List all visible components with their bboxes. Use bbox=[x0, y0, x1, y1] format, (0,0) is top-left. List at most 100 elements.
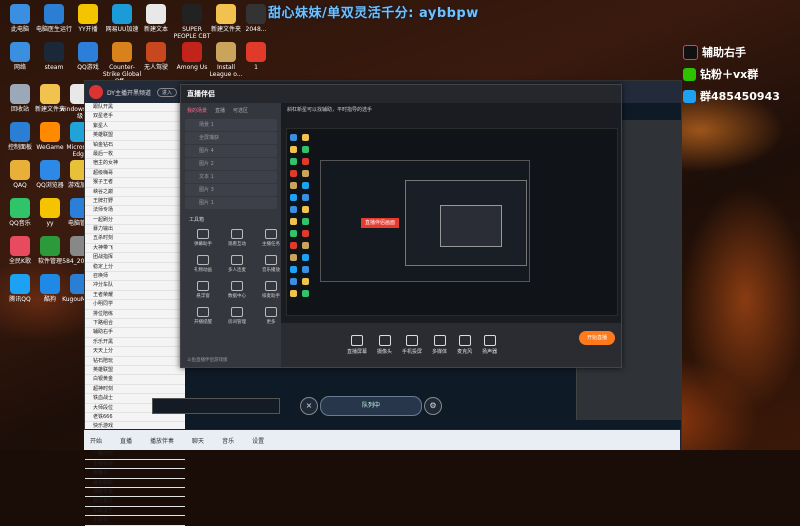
list-item[interactable]: 一起刷分 bbox=[85, 216, 185, 226]
desktop-icon[interactable]: 新建文本 bbox=[136, 4, 176, 33]
taskbar-item[interactable]: 音乐 bbox=[216, 436, 240, 445]
list-item[interactable]: 夜猫子 bbox=[85, 469, 185, 479]
queue-status[interactable]: 队列中 bbox=[320, 396, 422, 416]
list-item[interactable]: 超神时刻 bbox=[85, 385, 185, 395]
list-item[interactable]: 双星老手 bbox=[85, 112, 185, 122]
taskbar-item[interactable]: 直播 bbox=[114, 436, 138, 445]
control-icon bbox=[483, 335, 496, 346]
scene-layer[interactable]: 图片 4 bbox=[185, 145, 277, 157]
scene-layer[interactable]: 文本 1 bbox=[185, 171, 277, 183]
toolbox-item[interactable]: 弹幕助手 bbox=[189, 229, 217, 249]
list-item[interactable]: 峡谷之巅 bbox=[85, 188, 185, 197]
desktop-app-icon bbox=[246, 42, 266, 62]
mini-desktop-icon bbox=[302, 182, 309, 189]
mini-desktop-icon bbox=[302, 266, 309, 273]
toolbox-item[interactable]: 礼物动画 bbox=[189, 255, 217, 275]
list-item[interactable]: 老铁666 bbox=[85, 413, 185, 423]
toolbox-item[interactable]: 多人连麦 bbox=[223, 255, 251, 275]
tool-label: 多人连麦 bbox=[228, 268, 246, 273]
mini-desktop-icon bbox=[290, 194, 297, 201]
list-item[interactable]: 召唤师 bbox=[85, 272, 185, 282]
desktop-app-icon bbox=[10, 198, 30, 218]
desktop-app-icon bbox=[112, 4, 132, 24]
list-item[interactable]: 野区霸主 bbox=[85, 497, 185, 507]
toolbox-item[interactable]: 房间管理 bbox=[223, 307, 251, 327]
toolbox-grid[interactable]: 弹幕助手 观看互动 主播任务 礼物动画 多人连麦 音乐播放 悬浮窗 数据中心 排麦助手 开播提醒房… bbox=[181, 223, 281, 333]
settings-icon[interactable]: ⚙ bbox=[424, 397, 442, 415]
list-item[interactable]: 爆破专家 bbox=[85, 488, 185, 498]
streamer-tab[interactable]: 可选区 bbox=[233, 107, 248, 114]
list-item[interactable]: 下路组合 bbox=[85, 319, 185, 329]
list-item[interactable]: 小龙虾 bbox=[85, 516, 185, 526]
toolbox-item[interactable]: 开播提醒 bbox=[189, 307, 217, 327]
close-icon[interactable]: × bbox=[300, 397, 318, 415]
list-item[interactable]: 稳定上分 bbox=[85, 263, 185, 273]
toolbox-item[interactable]: 数据中心 bbox=[223, 281, 251, 301]
tool-icon bbox=[265, 255, 277, 265]
stream-control[interactable]: 摄像头 bbox=[377, 335, 392, 355]
list-item[interactable]: 英雄联盟 bbox=[85, 131, 185, 141]
start-live-button[interactable]: 开始直播 bbox=[579, 331, 615, 345]
list-item[interactable]: 钻石陪玩 bbox=[85, 357, 185, 366]
list-item[interactable]: 乐乐开黑 bbox=[85, 338, 185, 348]
list-item[interactable]: 跟队开黑 bbox=[85, 103, 185, 113]
streamer-tab[interactable]: 我的场景 bbox=[187, 107, 207, 114]
list-item[interactable]: 冲分车队 bbox=[85, 281, 185, 291]
list-item[interactable]: 天天上分 bbox=[85, 347, 185, 357]
scene-layers[interactable]: 场景 1 全屏捕获 图片 4 图片 2 文本 1 图片 3 图片 1 bbox=[181, 119, 281, 209]
list-item[interactable]: 英雄联盟 bbox=[85, 366, 185, 376]
list-item[interactable]: 大神带飞 bbox=[85, 244, 185, 254]
list-item[interactable]: 猴子王者 bbox=[85, 178, 185, 188]
tool-icon bbox=[265, 229, 277, 239]
taskbar-item[interactable]: 播放伴奏 bbox=[144, 436, 180, 445]
toolbox-item[interactable]: 观看互动 bbox=[223, 229, 251, 249]
stream-control[interactable]: 麦克风 bbox=[457, 335, 472, 355]
list-item[interactable]: 王者荣耀 bbox=[85, 291, 185, 301]
scene-layer[interactable]: 场景 1 bbox=[185, 119, 277, 131]
chat-input[interactable] bbox=[152, 398, 280, 414]
list-item[interactable]: 小明同学 bbox=[85, 300, 185, 310]
app-enter-badge[interactable]: 进入 bbox=[156, 87, 177, 97]
list-item[interactable]: 紫星人 bbox=[85, 122, 185, 132]
taskbar-item[interactable]: 开始 bbox=[84, 436, 108, 445]
list-item[interactable]: 铂金钻石 bbox=[85, 141, 185, 150]
taskbar-item[interactable]: 聊天 bbox=[186, 436, 210, 445]
streamer-tab[interactable]: 直播 bbox=[215, 107, 225, 114]
toolbox-item[interactable]: 悬浮窗 bbox=[189, 281, 217, 301]
list-item[interactable]: 团战指挥 bbox=[85, 253, 185, 263]
list-item[interactable]: 宿主的女神 bbox=[85, 159, 185, 169]
stream-control[interactable]: 直播屏幕 bbox=[347, 335, 367, 355]
list-item[interactable]: 暴力输出 bbox=[85, 225, 185, 235]
tool-icon bbox=[231, 229, 243, 239]
tool-icon bbox=[231, 307, 243, 317]
list-item[interactable]: 超级嗨哥 bbox=[85, 169, 185, 179]
list-item[interactable]: 辅助右手 bbox=[85, 328, 185, 338]
list-item[interactable]: 五杀时刻 bbox=[85, 234, 185, 244]
desktop-app-icon bbox=[40, 236, 60, 256]
channel-list[interactable]: 跟队开黑 双星老手 紫星人 英雄联盟 铂金钻石 最后一枚 宿主的女神 超级嗨哥 猴子王者 峡谷之巅… bbox=[85, 103, 185, 526]
streamer-tabs[interactable]: 我的场景 直播 可选区 bbox=[181, 103, 281, 118]
desktop-app-icon bbox=[78, 42, 98, 62]
list-item[interactable]: 中单法王 bbox=[85, 507, 185, 517]
stream-banner: 甜心妹妹/单双灵活千分: aybbpw bbox=[268, 6, 479, 21]
list-item[interactable]: 暴走萌新 bbox=[85, 479, 185, 489]
list-item[interactable]: 主播频道 bbox=[85, 460, 185, 470]
scene-layer[interactable]: 全屏捕获 bbox=[185, 132, 277, 144]
stream-control[interactable]: 手机投屏 bbox=[402, 335, 422, 355]
scene-layer[interactable]: 图片 3 bbox=[185, 184, 277, 196]
list-item[interactable]: 白银黄金 bbox=[85, 375, 185, 385]
list-item[interactable]: 一路向北 bbox=[85, 450, 185, 460]
taskbar-item[interactable]: 设置 bbox=[246, 436, 270, 445]
list-item[interactable]: 排位陪练 bbox=[85, 310, 185, 319]
mini-desktop-icon bbox=[302, 206, 309, 213]
list-item[interactable]: 王牌打野 bbox=[85, 197, 185, 207]
list-item[interactable]: 最后一枚 bbox=[85, 150, 185, 160]
desktop-icon[interactable]: 1 bbox=[236, 42, 276, 71]
desktop-app-icon bbox=[44, 4, 64, 24]
scene-layer[interactable]: 图片 1 bbox=[185, 197, 277, 209]
stream-control[interactable]: 扬声器 bbox=[482, 335, 497, 355]
stream-control[interactable]: 多媒体 bbox=[432, 335, 447, 355]
list-item[interactable]: 法师专场 bbox=[85, 206, 185, 216]
desktop-icon[interactable]: 无人驾驶 bbox=[136, 42, 176, 71]
scene-layer[interactable]: 图片 2 bbox=[185, 158, 277, 170]
